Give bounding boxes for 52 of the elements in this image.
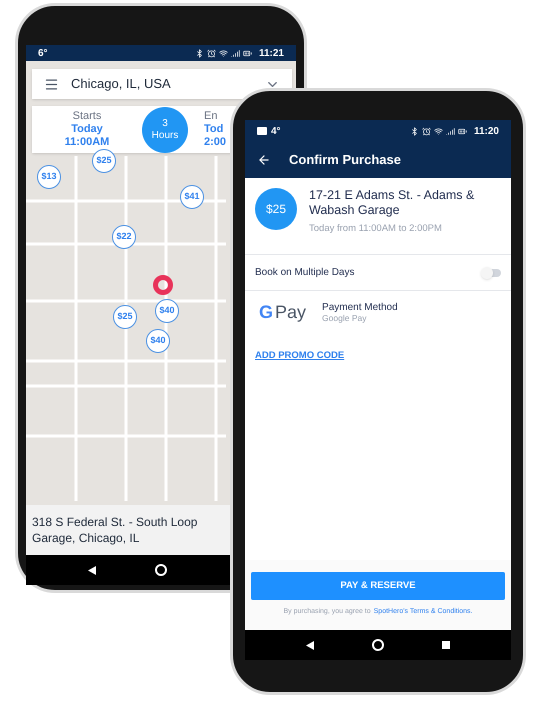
- menu-icon[interactable]: [44, 76, 59, 92]
- battery-icon: [458, 126, 467, 136]
- wifi-icon: [434, 126, 443, 136]
- wifi-icon: [218, 48, 228, 58]
- address: 318 S Federal St. - South Loop Garage, Chicago, IL: [32, 514, 198, 546]
- duration-unit: Hours: [152, 130, 178, 142]
- signal-icon: [230, 48, 240, 58]
- temperature: 6°: [38, 46, 48, 60]
- price-pin[interactable]: $41: [180, 185, 204, 209]
- switch-thumb: [481, 266, 493, 279]
- bluetooth-icon: [410, 126, 419, 136]
- end-day: Tod: [204, 123, 224, 136]
- temperature: 4°: [271, 124, 281, 138]
- multiple-days-switch[interactable]: [483, 268, 501, 277]
- price-pin[interactable]: $22: [112, 225, 136, 249]
- start-time: 11:00AM: [64, 136, 110, 149]
- price-pin[interactable]: $25: [92, 149, 116, 173]
- search-value: Chicago, IL, USA: [71, 75, 172, 94]
- start-day: Today: [71, 123, 103, 136]
- start-label: Starts: [72, 110, 102, 123]
- spot-name: 17-21 E Adams St. - Adams & Wabash Garage: [309, 188, 476, 218]
- multiple-days-label: Book on Multiple Days: [255, 266, 354, 280]
- end-time: 2:00: [204, 136, 226, 149]
- add-promo-code-link[interactable]: ADD PROMO CODE: [255, 350, 344, 362]
- price-pin[interactable]: $13: [37, 165, 61, 189]
- alarm-icon: [422, 126, 431, 136]
- bluetooth-icon: [194, 48, 204, 58]
- signal-icon: [446, 126, 455, 136]
- price-pin[interactable]: $40: [146, 329, 170, 353]
- price-badge: $25: [255, 188, 297, 230]
- home-icon[interactable]: [372, 639, 384, 651]
- spot-time: Today from 11:00AM to 2:00PM: [309, 222, 443, 236]
- payment-value: Google Pay: [322, 312, 368, 324]
- duration-value: 3: [162, 118, 168, 130]
- battery-icon: [242, 48, 252, 58]
- location-marker: [153, 275, 173, 295]
- alarm-icon: [206, 48, 216, 58]
- price-pin[interactable]: $25: [113, 305, 137, 329]
- notification-icon: [257, 127, 267, 135]
- price-pin[interactable]: $40: [155, 299, 179, 323]
- back-icon[interactable]: [88, 566, 96, 574]
- back-icon[interactable]: [306, 640, 314, 650]
- screen-title: Confirm Purchase: [289, 151, 401, 170]
- home-icon[interactable]: [154, 564, 167, 576]
- clock: 11:21: [258, 46, 284, 60]
- clock: 11:20: [474, 124, 499, 138]
- pay-reserve-button[interactable]: PAY & RESERVE: [251, 572, 505, 600]
- end-label: En: [204, 110, 218, 123]
- duration-badge[interactable]: 3 Hours: [142, 106, 188, 152]
- payment-label: Payment Method: [322, 302, 398, 313]
- search-field[interactable]: Chicago, IL, USA: [32, 69, 292, 99]
- google-pay-logo: G Pay: [259, 301, 306, 324]
